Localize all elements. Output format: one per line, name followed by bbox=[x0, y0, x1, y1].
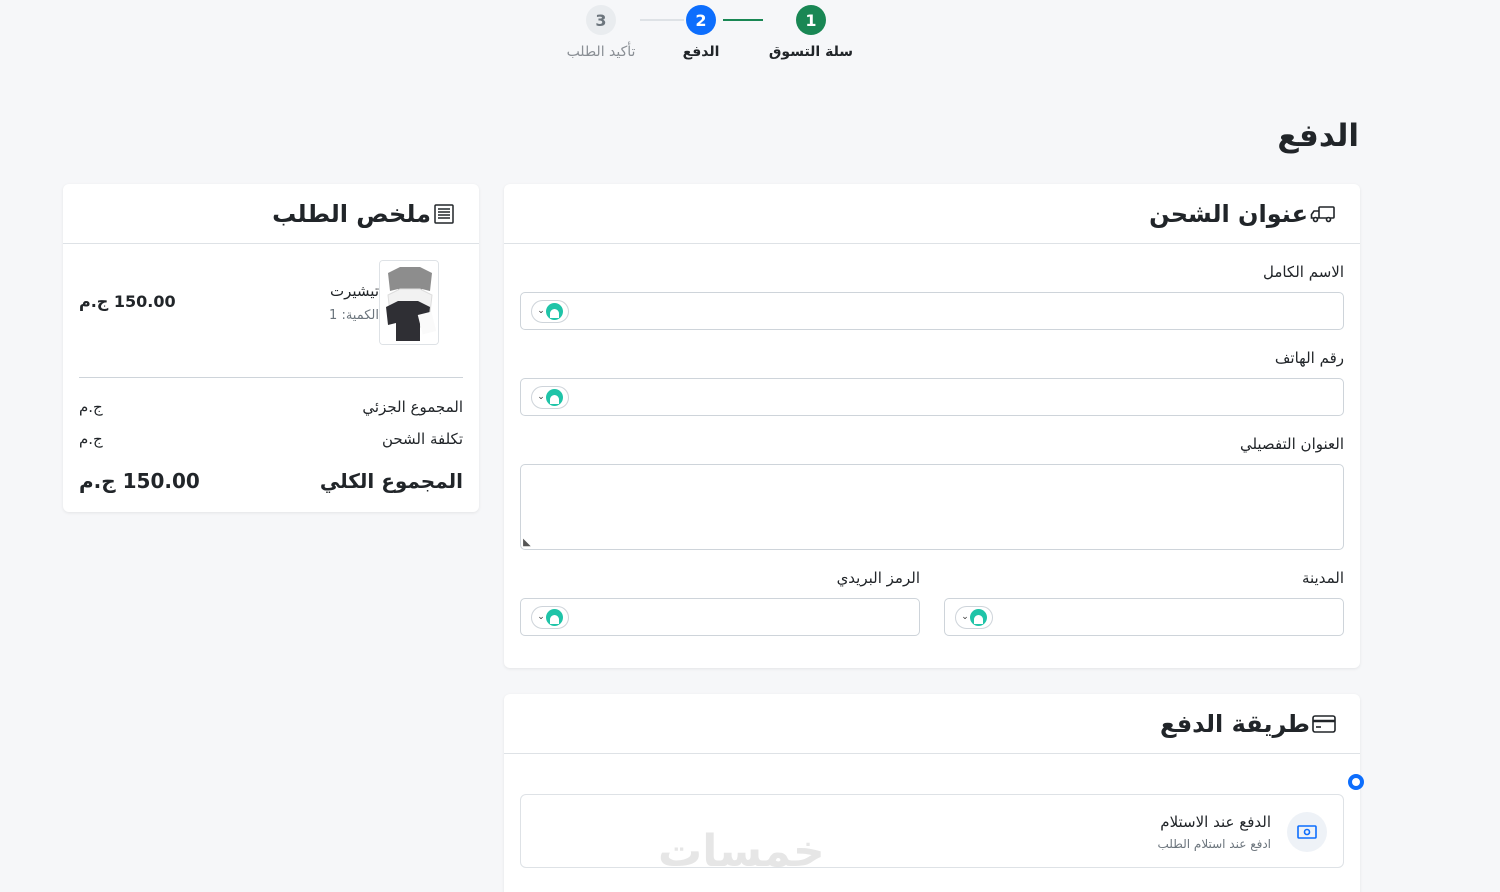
cash-icon bbox=[1287, 812, 1327, 852]
step-3-label: تأكيد الطلب bbox=[566, 44, 636, 60]
step-1-label: سلة التسوق bbox=[768, 44, 854, 60]
shipping-card-header: عنوان الشحن bbox=[504, 184, 1360, 244]
step-2-circle: 2 bbox=[686, 5, 716, 35]
truck-icon bbox=[1310, 204, 1336, 224]
address-textarea[interactable]: ◢ bbox=[520, 464, 1344, 550]
product-thumbnail bbox=[379, 260, 439, 345]
postal-code-input[interactable]: ⌄ bbox=[520, 598, 920, 636]
chevron-down-icon: ⌄ bbox=[537, 612, 545, 622]
product-name: تيشيرت bbox=[329, 282, 379, 300]
autofill-widget[interactable]: ⌄ bbox=[955, 606, 993, 629]
address-label: العنوان التفصيلي bbox=[1239, 435, 1344, 453]
payment-card: طريقة الدفع الدفع عند الاستلام ادفع عند … bbox=[504, 694, 1364, 892]
chevron-down-icon: ⌄ bbox=[537, 392, 545, 402]
order-summary-title: ملخص الطلب bbox=[272, 199, 431, 228]
subtotal-value: ج.م bbox=[79, 398, 103, 416]
step-1-circle: 1 bbox=[796, 5, 826, 35]
payment-card-title: طريقة الدفع bbox=[1160, 709, 1310, 738]
order-summary-header: ملخص الطلب bbox=[63, 184, 479, 244]
chevron-down-icon: ⌄ bbox=[537, 306, 545, 316]
phone-input[interactable]: ⌄ bbox=[520, 378, 1344, 416]
autofill-icon bbox=[545, 609, 563, 626]
subtotal-label: المجموع الجزئي bbox=[362, 398, 463, 416]
receipt-icon bbox=[433, 203, 455, 225]
city-input[interactable]: ⌄ bbox=[944, 598, 1344, 636]
step-3-circle: 3 bbox=[586, 5, 616, 35]
phone-label: رقم الهاتف bbox=[1274, 349, 1344, 367]
shipping-card: عنوان الشحن الاسم الكامل ⌄ رقم الهاتف ⌄ … bbox=[504, 184, 1360, 668]
payment-option-title: الدفع عند الاستلام bbox=[1160, 813, 1271, 831]
postal-code-label: الرمز البريدي bbox=[836, 569, 920, 587]
payment-option-radio[interactable] bbox=[1348, 774, 1364, 790]
autofill-icon bbox=[969, 609, 987, 626]
resize-handle-icon[interactable]: ◢ bbox=[523, 537, 531, 548]
page-title: الدفع bbox=[1277, 118, 1359, 154]
summary-divider bbox=[79, 377, 463, 378]
credit-card-icon bbox=[1312, 714, 1336, 733]
chevron-down-icon: ⌄ bbox=[961, 612, 969, 622]
payment-option-subtitle: ادفع عند استلام الطلب bbox=[1157, 837, 1271, 851]
payment-option-cod[interactable]: الدفع عند الاستلام ادفع عند استلام الطلب bbox=[520, 794, 1344, 868]
autofill-widget[interactable]: ⌄ bbox=[531, 300, 569, 323]
step-2-label: الدفع bbox=[682, 44, 720, 60]
shipping-card-title: عنوان الشحن bbox=[1149, 199, 1308, 228]
step-connector-2-3 bbox=[640, 19, 684, 21]
product-quantity: الكمية: 1 bbox=[329, 308, 379, 323]
shipping-cost-value: ج.م bbox=[79, 430, 103, 448]
autofill-widget[interactable]: ⌄ bbox=[531, 606, 569, 629]
total-value: 150.00 ج.م bbox=[79, 469, 200, 493]
full-name-input[interactable]: ⌄ bbox=[520, 292, 1344, 330]
autofill-icon bbox=[545, 389, 563, 406]
city-label: المدينة bbox=[1301, 569, 1344, 587]
full-name-label: الاسم الكامل bbox=[1262, 263, 1344, 281]
product-price: 150.00 ج.م bbox=[79, 292, 176, 311]
shipping-cost-label: تكلفة الشحن bbox=[381, 430, 463, 448]
payment-card-header: طريقة الدفع bbox=[504, 694, 1360, 754]
checkout-stepper: 3 2 1 تأكيد الطلب الدفع سلة التسوق bbox=[560, 5, 870, 75]
autofill-icon bbox=[545, 303, 563, 320]
autofill-widget[interactable]: ⌄ bbox=[531, 386, 569, 409]
step-connector-1-2 bbox=[723, 19, 763, 21]
total-label: المجموع الكلي bbox=[319, 469, 463, 493]
order-summary-card: ملخص الطلب تيشيرت الكمية: 1 150.00 ج.م ا… bbox=[63, 184, 479, 512]
watermark-logo: خمسات bbox=[658, 826, 825, 877]
